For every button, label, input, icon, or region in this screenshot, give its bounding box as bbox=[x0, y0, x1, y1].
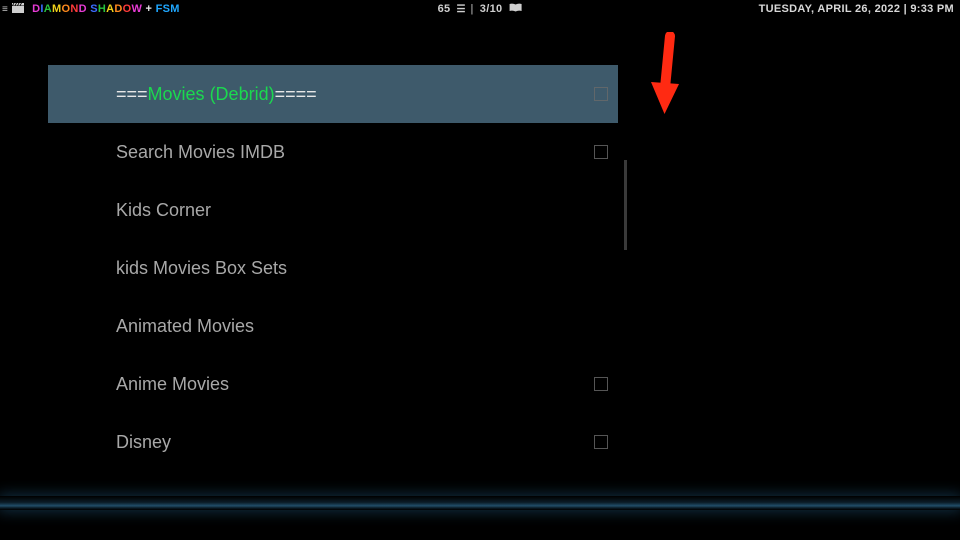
list-item[interactable]: Disney bbox=[48, 413, 618, 471]
list-item-label: Anime Movies bbox=[116, 374, 229, 395]
top-bar-left: ≡ DIAMOND SHADOW + FSM bbox=[0, 3, 180, 16]
addon-title: DIAMOND SHADOW + FSM bbox=[32, 3, 180, 15]
list-item[interactable]: kids Movies Box Sets bbox=[48, 239, 618, 297]
scrollbar[interactable] bbox=[624, 160, 627, 250]
list-item-label: ===Movies (Debrid)==== bbox=[116, 84, 317, 105]
clapper-icon bbox=[12, 3, 24, 16]
list-item-label: Kids Corner bbox=[116, 200, 211, 221]
top-bar-center: 65 ☰ | 3/10 bbox=[438, 3, 523, 16]
page-position: 3/10 bbox=[480, 3, 503, 15]
list-item-label: kids Movies Box Sets bbox=[116, 258, 287, 279]
list-item-label: Search Movies IMDB bbox=[116, 142, 285, 163]
list-item-label: Animated Movies bbox=[116, 316, 254, 337]
checkbox-icon[interactable] bbox=[594, 377, 608, 391]
screen: ≡ DIAMOND SHADOW + FSM 65 ☰ | 3/10 TUESD… bbox=[0, 0, 960, 540]
checkbox-icon[interactable] bbox=[594, 145, 608, 159]
list-item[interactable]: Search Movies IMDB bbox=[48, 123, 618, 181]
annotation-arrow-icon bbox=[648, 32, 688, 124]
checkbox-icon[interactable] bbox=[594, 87, 608, 101]
list-item[interactable]: ===Movies (Debrid)=======Movies (Debrid)… bbox=[48, 65, 618, 123]
item-count: 65 bbox=[438, 3, 451, 15]
list-icon: ☰ bbox=[456, 4, 464, 15]
menu-icon: ≡ bbox=[2, 4, 8, 15]
list-item[interactable]: Anime Movies bbox=[48, 355, 618, 413]
bottom-glow bbox=[0, 496, 960, 510]
datetime: TUESDAY, APRIL 26, 2022 | 9:33 PM bbox=[759, 3, 960, 15]
list-item-label: Disney bbox=[116, 432, 171, 453]
top-bar: ≡ DIAMOND SHADOW + FSM 65 ☰ | 3/10 TUESD… bbox=[0, 0, 960, 18]
list-item[interactable]: Kids Corner bbox=[48, 181, 618, 239]
divider: | bbox=[470, 3, 473, 15]
list-item[interactable]: Animated Movies bbox=[48, 297, 618, 355]
checkbox-icon[interactable] bbox=[594, 435, 608, 449]
book-icon bbox=[508, 3, 522, 16]
menu-list: ===Movies (Debrid)=======Movies (Debrid)… bbox=[48, 65, 618, 485]
